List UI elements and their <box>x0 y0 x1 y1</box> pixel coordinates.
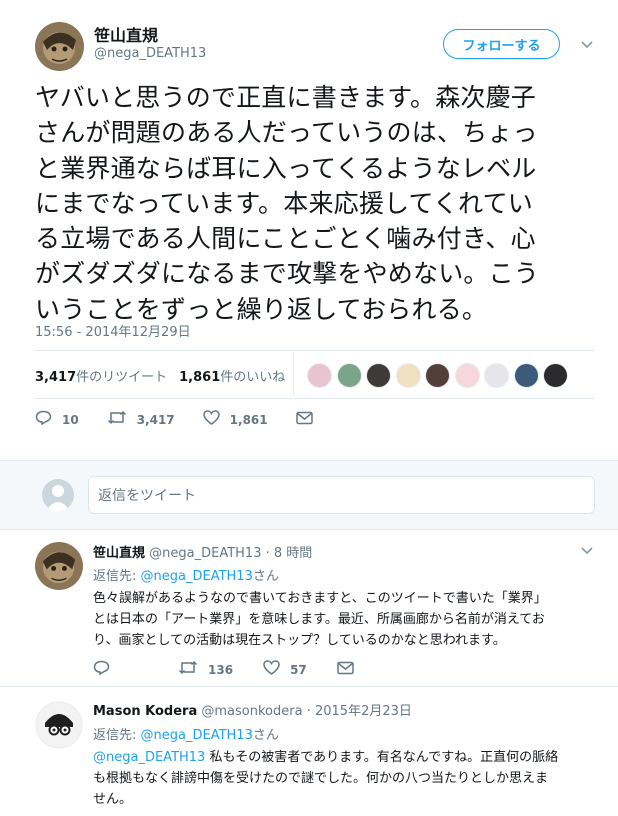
reply-input[interactable]: 返信をツイート <box>88 476 595 514</box>
liker-avatar[interactable] <box>336 363 362 388</box>
reply-text-line: り、画家としての活動は現在ストップ？しているのかなと思われます。 <box>93 633 506 648</box>
reply-time[interactable]: · 8 時間 <box>266 546 313 561</box>
author-name[interactable]: 笹山直規 <box>94 22 158 46</box>
chevron-down-icon[interactable] <box>580 544 594 558</box>
reply-author-name[interactable]: 笹山直規 <box>93 546 145 561</box>
dm-button[interactable] <box>295 410 323 429</box>
retweet-stat-label: 件のリツイート <box>76 370 168 385</box>
like-button[interactable]: 57 <box>263 660 307 679</box>
tweet-text-line: と業界通ならば耳に入ってくるようなレベル <box>35 153 537 183</box>
tweet-stats: 3,417件のリツイート 1,861件のいいね <box>35 366 285 385</box>
tweet-timestamp[interactable]: 15:56 - 2014年12月29日 <box>35 321 191 340</box>
divider <box>35 398 595 399</box>
chevron-down-icon[interactable] <box>580 38 594 52</box>
reply-text: @nega_DEATH13 私もその被害者であります。有名なんですね。正直何の脈… <box>93 747 598 810</box>
follow-button[interactable]: フォローする <box>443 29 560 59</box>
liker-avatar[interactable] <box>513 363 539 388</box>
tweet-text: ヤバいと思うので正直に書きます。森次慶子 さんが問題のある人だっていうのは、ちょ… <box>35 80 590 327</box>
author-avatar[interactable] <box>35 22 84 71</box>
like-count: 57 <box>290 662 307 677</box>
divider <box>0 686 618 687</box>
envelope-icon <box>295 410 313 429</box>
user-avatar[interactable] <box>42 479 74 511</box>
reply-icon <box>35 410 52 429</box>
tweet-text-line: にまでなっています。本来応援してくれてい <box>35 188 534 218</box>
retweet-count: 136 <box>208 662 234 677</box>
retweet-count: 3,417 <box>136 412 175 427</box>
liker-avatar[interactable] <box>484 363 509 388</box>
author-handle[interactable]: @nega_DEATH13 <box>94 46 206 61</box>
reply-button[interactable]: 10 <box>35 410 79 429</box>
retweet-icon <box>178 660 198 679</box>
tweet-text-line: る立場である人間にことごとく噛み付き、心 <box>35 224 536 254</box>
dm-button[interactable] <box>337 660 364 679</box>
reply-text: 色々誤解があるようなので書いておきますと、このツイートで書いた「業界」 とは日本… <box>93 588 598 651</box>
heart-icon <box>263 660 280 679</box>
mention-link[interactable]: @nega_DEATH13 <box>93 750 205 765</box>
reply-to: 返信先: @nega_DEATH13さん <box>93 565 279 584</box>
reply-time[interactable]: · 2015年2月23日 <box>307 704 412 719</box>
reply-to-handle[interactable]: @nega_DEATH13 <box>141 728 253 743</box>
like-count: 1,861 <box>179 370 221 385</box>
liker-avatar[interactable] <box>454 363 480 388</box>
reply-author-name[interactable]: Mason Kodera <box>93 704 197 719</box>
tweet-text-line: がズダズダになるまで攻撃をやめない。こう <box>35 259 540 289</box>
reply-to-label: 返信先: <box>93 728 141 743</box>
tweet-text-line: ヤバいと思うので正直に書きます。森次慶子 <box>35 83 537 112</box>
liker-avatar[interactable] <box>543 363 568 388</box>
retweet-icon <box>107 410 127 429</box>
like-count: 1,861 <box>229 412 268 427</box>
liker-avatar[interactable] <box>366 363 391 388</box>
reply-text-line: @nega_DEATH13 私もその被害者であります。有名なんですね。正直何の脈… <box>93 747 598 768</box>
reply-count: 10 <box>62 412 79 427</box>
divider <box>35 350 595 351</box>
reply-to-label: 返信先: <box>93 569 141 584</box>
reply-text-line: せん。 <box>93 792 133 807</box>
retweet-stat[interactable]: 3,417件のリツイート <box>35 370 167 385</box>
reply-text-fragment: 私もその被害者であります。有名なんですね。正直何の脈絡 <box>205 750 559 765</box>
retweet-button[interactable]: 3,417 <box>107 410 175 429</box>
reply-button[interactable] <box>93 660 120 679</box>
reply-to-suffix: さん <box>252 569 279 584</box>
reply-header: Mason Kodera @masonkodera · 2015年2月23日 <box>93 700 412 719</box>
like-stat[interactable]: 1,861件のいいね <box>179 370 285 385</box>
reply-to: 返信先: @nega_DEATH13さん <box>93 724 279 743</box>
reply-text-line: 色々誤解があるようなので書いておきますと、このツイートで書いた「業界」 <box>93 591 547 606</box>
envelope-icon <box>337 660 354 679</box>
heart-icon <box>202 410 220 429</box>
reply-author-handle[interactable]: @masonkodera <box>201 704 302 719</box>
reply-avatar[interactable] <box>35 542 83 590</box>
tweet-text-line: さんが問題のある人だっていうのは、ちょっ <box>35 118 538 148</box>
reply-header: 笹山直規 @nega_DEATH13 · 8 時間 <box>93 542 312 561</box>
retweet-button[interactable]: 136 <box>178 660 233 679</box>
liker-avatar[interactable] <box>307 363 332 388</box>
reply-actions: 136 57 <box>93 660 392 679</box>
retweet-count: 3,417 <box>35 370 77 385</box>
reply-text-line: も根拠もなく誹謗中傷を受けたので謎でした。何かの八つ当たりとしか思えま <box>93 771 549 786</box>
liker-avatar[interactable] <box>425 363 450 388</box>
reply-author-handle[interactable]: @nega_DEATH13 <box>149 546 261 561</box>
reply-to-suffix: さん <box>252 728 279 743</box>
liker-avatar[interactable] <box>395 363 421 388</box>
like-stat-label: 件のいいね <box>220 370 286 385</box>
stats-separator <box>293 352 294 396</box>
like-button[interactable]: 1,861 <box>202 410 268 429</box>
tweet-actions: 10 3,417 1,861 <box>35 410 351 429</box>
reply-compose: 返信をツイート <box>0 460 618 530</box>
reply-icon <box>93 660 110 679</box>
reply-to-handle[interactable]: @nega_DEATH13 <box>141 569 253 584</box>
reply-text-line: とは日本の「アート業界」を意味します。最近、所属画廊から名前が消えてお <box>93 612 545 627</box>
reply-avatar[interactable] <box>35 701 83 749</box>
